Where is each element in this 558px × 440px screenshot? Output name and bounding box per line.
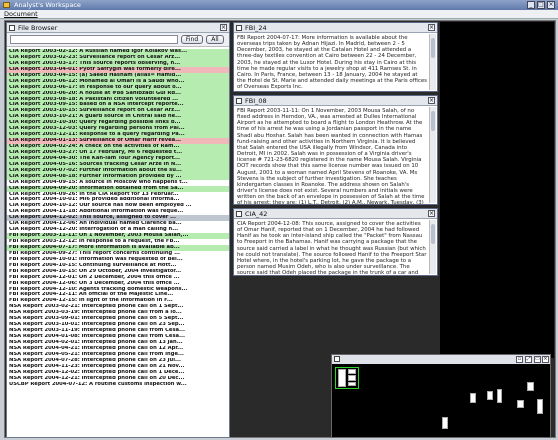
minimap-document bbox=[527, 382, 534, 391]
document-checkbox[interactable] bbox=[236, 25, 242, 31]
minimize-icon[interactable]: _ bbox=[527, 1, 535, 9]
minimap-file-browser bbox=[338, 369, 346, 387]
minimap-document bbox=[470, 393, 476, 403]
overview-header: ▫ ⤢ ▭ × bbox=[332, 355, 550, 364]
search-row: Find All bbox=[7, 33, 229, 47]
document-checkbox[interactable] bbox=[236, 211, 242, 217]
scrollbar[interactable] bbox=[429, 107, 436, 203]
workspace-empty-area[interactable] bbox=[440, 22, 554, 358]
minimap-document bbox=[487, 391, 493, 400]
overview-panel[interactable]: ▫ ⤢ ▭ × bbox=[331, 354, 551, 438]
minimap-document bbox=[497, 389, 502, 403]
maximize-icon[interactable]: □ bbox=[537, 1, 545, 9]
file-browser-header: File Browser × bbox=[7, 23, 229, 33]
minimap-document bbox=[517, 400, 524, 408]
window-title: Analyst's Workspace bbox=[14, 1, 81, 9]
document-window-fbi-08[interactable]: FBI_08 × FBI Report 2003-11-11: On 1 Nov… bbox=[233, 95, 438, 205]
document-title: FBI_24 bbox=[245, 24, 267, 32]
close-icon[interactable]: × bbox=[428, 97, 435, 104]
scrollbar-thumb[interactable] bbox=[431, 38, 435, 58]
file-browser-title: File Browser bbox=[18, 24, 58, 32]
file-list[interactable]: CIA Report 2003-02-12: A Russian named I… bbox=[7, 49, 229, 437]
minimap-document bbox=[348, 375, 356, 381]
close-icon[interactable]: × bbox=[220, 24, 227, 31]
file-list-item[interactable]: USCBP Report 2004-07-12: A routine custo… bbox=[7, 381, 229, 388]
document-header[interactable]: FBI_24 × bbox=[234, 23, 437, 33]
scrollbar[interactable] bbox=[429, 34, 436, 90]
file-browser-panel: File Browser × Find All CIA Report 2003-… bbox=[6, 22, 230, 438]
panel-checkbox[interactable] bbox=[9, 25, 15, 31]
close-icon[interactable]: × bbox=[428, 24, 435, 31]
menu-bar: Document bbox=[0, 10, 558, 19]
close-icon[interactable]: × bbox=[547, 1, 555, 9]
expand-icon[interactable]: ⤢ bbox=[525, 356, 532, 363]
document-window-fbi-24[interactable]: FBI_24 × FBI Report 2004-07-17: More inf… bbox=[233, 22, 438, 92]
minimap-document bbox=[442, 417, 448, 429]
search-input[interactable] bbox=[10, 35, 178, 44]
app-icon bbox=[3, 2, 10, 8]
close-icon[interactable]: × bbox=[428, 210, 435, 217]
scrollbar-thumb[interactable] bbox=[431, 111, 435, 131]
minimap-document bbox=[348, 369, 356, 374]
document-body: CIA Report 2004-12-08: This source, assi… bbox=[237, 221, 427, 275]
document-body: FBI Report 2003-11-11: On 1 November, 20… bbox=[237, 108, 425, 204]
all-button[interactable]: All bbox=[206, 35, 224, 44]
document-body: FBI Report 2004-07-17: More information … bbox=[237, 35, 427, 91]
scrollbar[interactable] bbox=[429, 220, 436, 274]
close-icon[interactable]: × bbox=[542, 356, 549, 363]
zoom-out-icon[interactable]: ▫ bbox=[516, 356, 523, 363]
document-header[interactable]: FBI_08 × bbox=[234, 96, 437, 106]
detach-icon[interactable]: ▭ bbox=[534, 356, 541, 363]
document-window-cia-42[interactable]: CIA_42 × CIA Report 2004-12-08: This sou… bbox=[233, 208, 438, 276]
find-button[interactable]: Find bbox=[181, 35, 203, 44]
overview-checkbox[interactable] bbox=[334, 356, 340, 362]
minimap-document bbox=[537, 399, 543, 414]
document-header[interactable]: CIA_42 × bbox=[234, 209, 437, 219]
menu-document[interactable]: Document bbox=[4, 10, 38, 18]
document-checkbox[interactable] bbox=[236, 98, 242, 104]
minimap-document bbox=[348, 382, 356, 386]
window-titlebar: Analyst's Workspace _ □ × bbox=[0, 0, 558, 10]
document-title: CIA_42 bbox=[245, 210, 268, 218]
scrollbar-thumb[interactable] bbox=[431, 224, 435, 244]
document-title: FBI_08 bbox=[245, 97, 267, 105]
